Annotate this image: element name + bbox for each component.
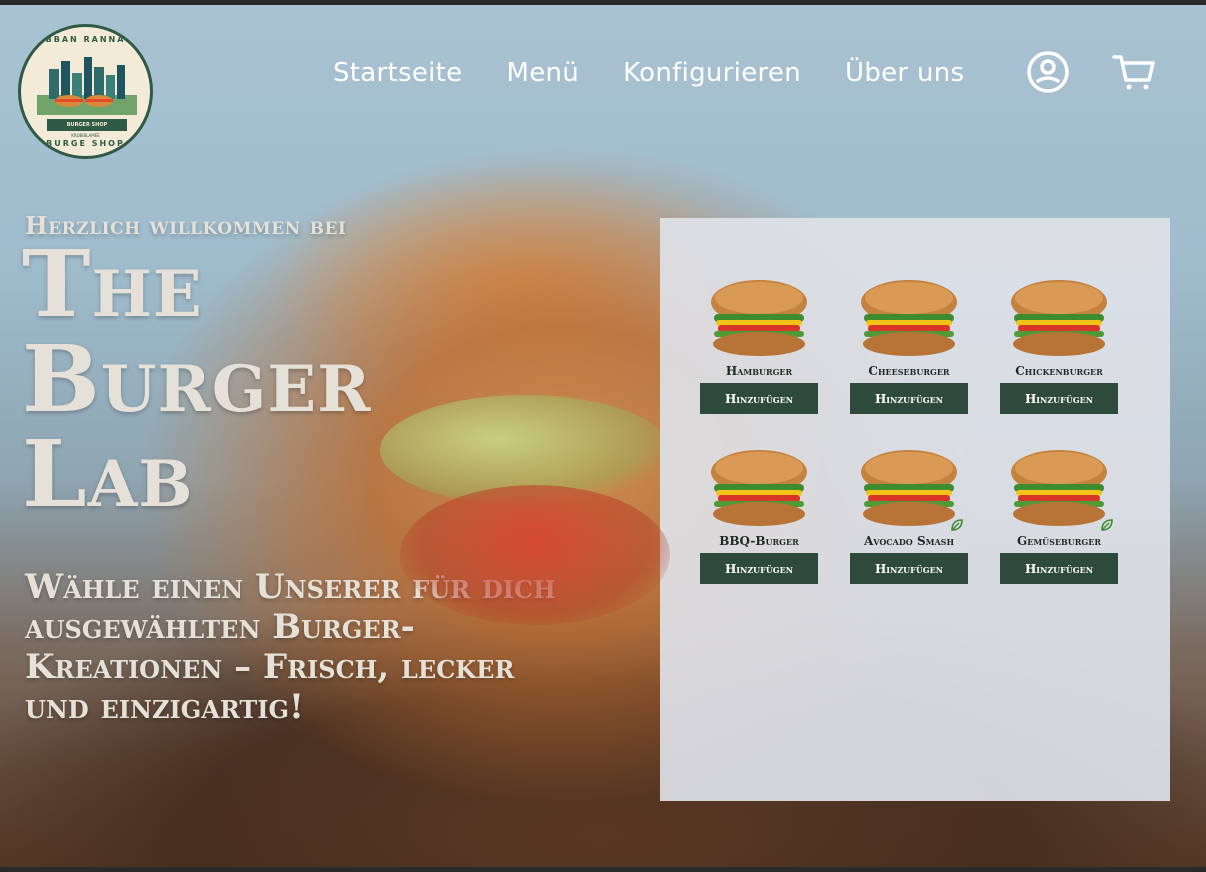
hero-title-line: Burger	[22, 325, 372, 433]
brand-logo[interactable]: URBBAN RANNACH BURGER SHOP KRUBIBLAMEE B…	[18, 24, 153, 159]
burger-image	[858, 278, 960, 360]
city-skyline-icon	[37, 57, 137, 115]
vegetarian-leaf-icon	[951, 519, 963, 531]
menu-item-name: Chickenburger	[1015, 364, 1103, 378]
hero-background: URBBAN RANNACH BURGER SHOP KRUBIBLAMEE B…	[0, 5, 1206, 867]
burger-icon	[1011, 280, 1107, 356]
nav-ueber-uns[interactable]: Über uns	[845, 58, 964, 88]
menu-item-bbq-burger: BBQ-Burger Hinzufügen	[700, 448, 818, 584]
menu-item-name: Gemüseburger	[1016, 534, 1102, 548]
menu-item-name: BBQ-Burger	[719, 534, 799, 548]
burger-image	[708, 278, 810, 360]
burger-icon	[861, 280, 957, 356]
burger-icon	[861, 450, 957, 526]
burger-icon	[711, 450, 807, 526]
add-cheeseburger-button[interactable]: Hinzufügen	[850, 383, 968, 414]
menu-item-gemueseburger: Gemüseburger Hinzufügen	[1000, 448, 1118, 584]
menu-item-chickenburger: Chickenburger Hinzufügen	[1000, 278, 1118, 414]
main-nav: Startseite Menü Konfigurieren Über uns	[333, 53, 964, 93]
logo-ring-bottom-text: BURGE SHOP	[46, 139, 125, 148]
menu-item-name: Hamburger	[725, 364, 793, 378]
hero-title-line: Lab	[22, 420, 194, 528]
burger-image	[1008, 278, 1110, 360]
add-bbq-burger-button[interactable]: Hinzufügen	[700, 553, 818, 584]
user-circle-icon	[1027, 51, 1069, 93]
burger-image	[1008, 448, 1113, 531]
hero-title: The Burger Lab	[22, 237, 502, 522]
menu-item-name: Cheeseburger	[868, 364, 950, 378]
add-chickenburger-button[interactable]: Hinzufügen	[1000, 383, 1118, 414]
logo-tagline: KRUBIBLAMEE	[71, 133, 100, 138]
menu-item-avocado-smash: Avocado Smash Hinzufügen	[850, 448, 968, 584]
menu-item-hamburger: Hamburger Hinzufügen	[700, 278, 818, 414]
nav-menue[interactable]: Menü	[506, 58, 579, 88]
burger-image	[858, 448, 963, 531]
nav-konfigurieren[interactable]: Konfigurieren	[623, 58, 801, 88]
nav-startseite[interactable]: Startseite	[333, 58, 462, 88]
burger-icon	[711, 280, 807, 356]
burger-icon	[1011, 450, 1107, 526]
logo-banner: BURGER SHOP	[47, 119, 127, 131]
hero-title-line: The	[22, 230, 203, 338]
cart-icon	[1112, 55, 1155, 90]
user-account-button[interactable]	[1024, 48, 1072, 96]
logo-ring-top-text: URBBAN RANNACH	[28, 35, 143, 44]
add-avocado-smash-button[interactable]: Hinzufügen	[850, 553, 968, 584]
cart-button[interactable]	[1110, 48, 1158, 96]
vegetarian-leaf-icon	[1101, 519, 1113, 531]
burger-image	[708, 448, 810, 530]
menu-item-name: Avocado Smash	[863, 534, 955, 548]
add-hamburger-button[interactable]: Hinzufügen	[700, 383, 818, 414]
hero-subtitle: Wähle einen Unserer für dich ausgewählte…	[25, 567, 556, 727]
menu-item-cheeseburger: Cheeseburger Hinzufügen	[850, 278, 968, 414]
burger-menu-panel: Hamburger Hinzufügen Cheeseburger Hinzuf…	[660, 218, 1170, 801]
add-gemueseburger-button[interactable]: Hinzufügen	[1000, 553, 1118, 584]
